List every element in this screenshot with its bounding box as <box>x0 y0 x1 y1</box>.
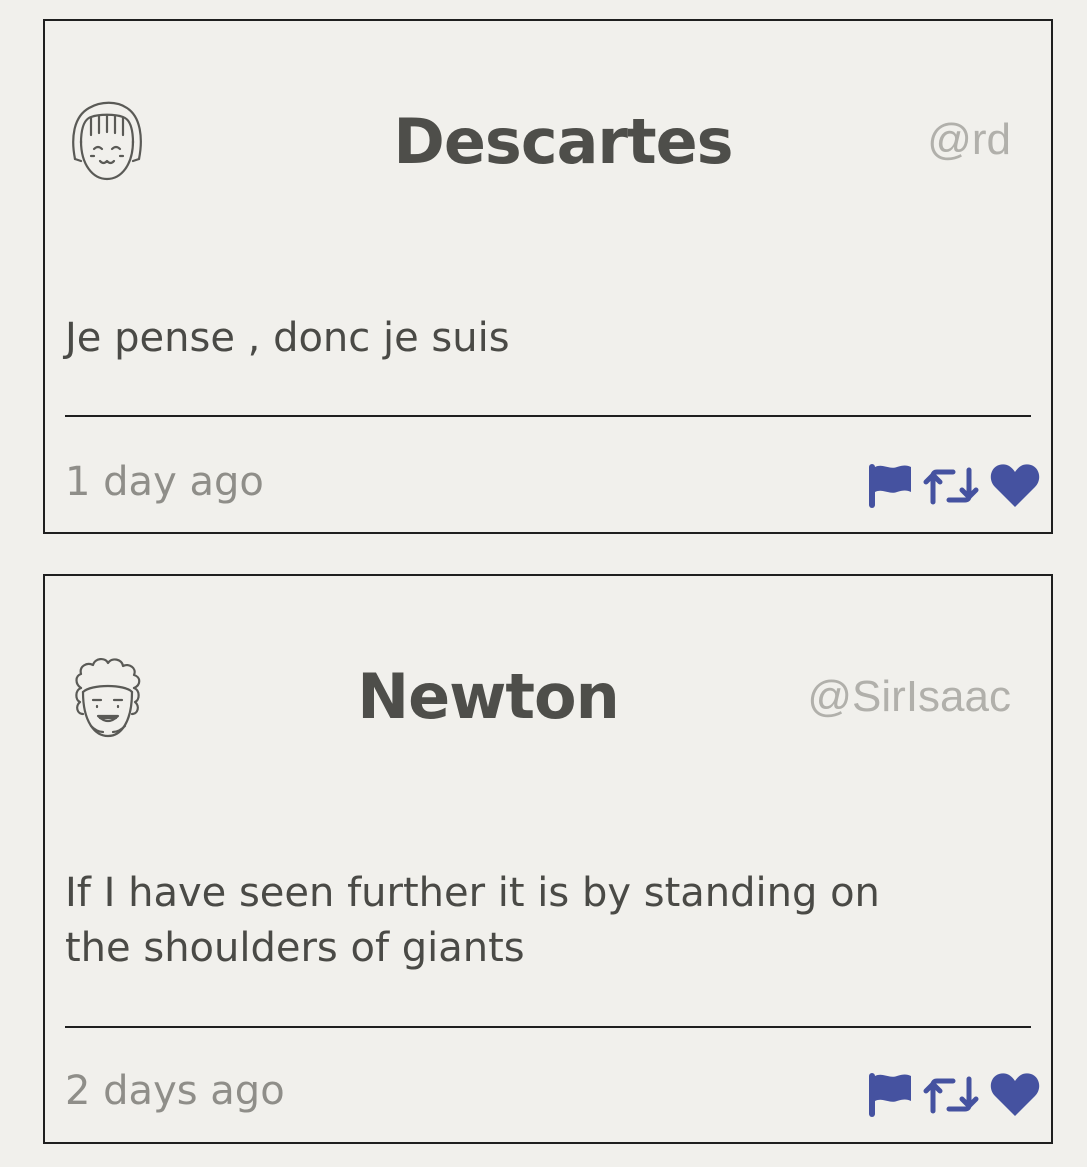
tweet-card: Descartes @rd Je pense , donc je suis 1 … <box>43 19 1053 534</box>
heart-icon[interactable] <box>989 1072 1041 1118</box>
retweet-icon[interactable] <box>923 1075 979 1115</box>
tweet-header: Descartes @rd <box>45 21 1051 261</box>
tweet-card: Newton @SirIsaac If I have seen further … <box>43 574 1053 1144</box>
tweet-message: Je pense , donc je suis <box>65 315 510 361</box>
author-handle[interactable]: @rd <box>927 115 1011 165</box>
divider <box>65 415 1031 417</box>
tweet-header: Newton @SirIsaac <box>45 576 1051 816</box>
tweet-timestamp: 2 days ago <box>65 1068 285 1114</box>
retweet-icon[interactable] <box>923 466 979 506</box>
heart-icon[interactable] <box>989 463 1041 509</box>
tweet-feed: Descartes @rd Je pense , donc je suis 1 … <box>0 0 1087 1167</box>
tweet-timestamp: 1 day ago <box>65 459 264 505</box>
tweet-actions <box>867 461 1041 511</box>
author-name[interactable]: Descartes <box>45 105 1081 178</box>
tweet-message: If I have seen further it is by standing… <box>65 870 880 971</box>
author-handle[interactable]: @SirIsaac <box>807 672 1011 722</box>
flag-icon[interactable] <box>867 462 913 510</box>
author-name[interactable]: Newton <box>45 660 931 733</box>
tweet-actions <box>867 1070 1041 1120</box>
divider <box>65 1026 1031 1028</box>
flag-icon[interactable] <box>867 1071 913 1119</box>
